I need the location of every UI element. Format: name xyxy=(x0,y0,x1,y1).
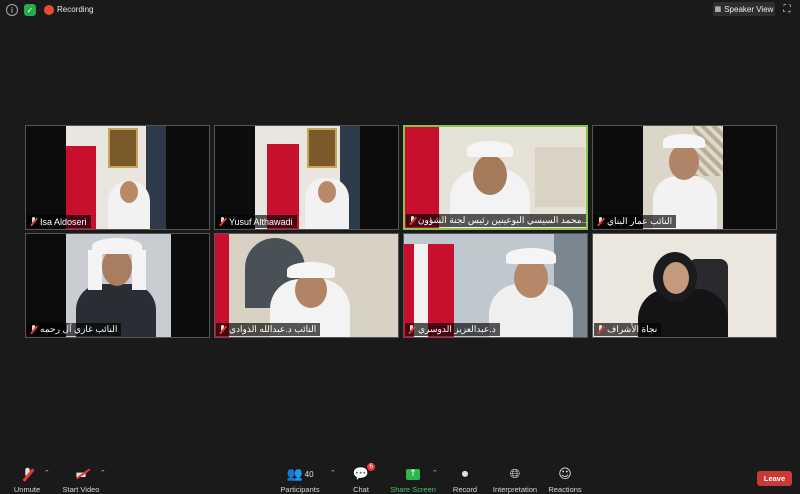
grid-icon: ▦ xyxy=(714,5,722,13)
video-tile[interactable]: النائب عمار البناي xyxy=(592,125,777,230)
mic-muted-icon xyxy=(219,217,226,226)
video-tile[interactable]: Isa Aldoseri xyxy=(25,125,210,230)
participant-video xyxy=(405,127,586,228)
meeting-toolbar: Unmute ⌃ ▬ Start Video ⌃ 👥40 Participant… xyxy=(0,460,800,494)
mic-muted-icon xyxy=(30,217,37,226)
recording-icon xyxy=(44,5,54,15)
share-screen-icon: ↑ xyxy=(406,466,420,482)
mic-muted-icon xyxy=(24,466,31,482)
participant-name: النائب عمار البناي xyxy=(607,216,673,226)
participant-name: النائب غازي آل رحمه xyxy=(40,324,118,334)
video-options-caret-icon[interactable]: ⌃ xyxy=(100,469,106,477)
participant-name-tag: النائب د.عبدالله الذوادي xyxy=(216,323,321,336)
mic-muted-icon xyxy=(409,216,415,225)
participant-name-tag: نجاة الأشراف xyxy=(594,323,662,336)
participants-count: 40 xyxy=(304,469,314,479)
video-tile[interactable]: Yusuf Althawadi xyxy=(214,125,399,230)
participant-video xyxy=(404,234,587,337)
participant-name: محمد السيسي البوعينين رئيس لجنة الشؤون..… xyxy=(417,215,587,225)
participant-name-tag: محمد السيسي البوعينين رئيس لجنة الشؤون..… xyxy=(406,214,587,227)
participant-video xyxy=(215,126,398,229)
participant-name-tag: Isa Aldoseri xyxy=(27,215,91,228)
participant-name: د.عبدالعزيز الدوسري xyxy=(418,324,496,334)
participant-video xyxy=(215,234,398,337)
participant-name-tag: النائب عمار البناي xyxy=(594,215,677,228)
security-shield-icon[interactable]: ✓ xyxy=(24,4,36,16)
video-tile[interactable]: النائب د.عبدالله الذوادي xyxy=(214,233,399,338)
video-tile[interactable]: د.عبدالعزيز الدوسري xyxy=(403,233,588,338)
mic-muted-icon xyxy=(30,325,37,334)
mic-muted-icon xyxy=(219,325,226,334)
unmute-label: Unmute xyxy=(13,485,41,494)
video-off-icon: ▬ xyxy=(75,466,91,482)
participant-name-tag: Yusuf Althawadi xyxy=(216,215,297,228)
meeting-top-bar: i ✓ Recording ▦ Speaker View ⛶ xyxy=(0,0,800,20)
reactions-button[interactable]: ☺ Reactions xyxy=(530,466,600,494)
reactions-icon: ☺ xyxy=(558,466,572,482)
chat-unread-badge: 6 xyxy=(367,463,376,471)
record-icon: ⏺ xyxy=(461,466,469,482)
participants-icon: 👥 40 xyxy=(286,466,314,482)
participants-button[interactable]: 👥 40 Participants xyxy=(265,466,335,494)
participant-name: نجاة الأشراف xyxy=(607,324,658,334)
chat-label: Chat xyxy=(353,485,369,494)
participant-name: Yusuf Althawadi xyxy=(229,216,293,227)
participant-video xyxy=(26,234,209,337)
fullscreen-icon[interactable]: ⛶ xyxy=(781,3,793,15)
reactions-label: Reactions xyxy=(548,485,582,494)
participant-video xyxy=(26,126,209,229)
mic-muted-icon xyxy=(597,217,604,226)
recording-label: Recording xyxy=(57,5,94,14)
chat-icon: 💬 6 xyxy=(352,463,376,482)
info-icon[interactable]: i xyxy=(6,4,18,16)
participants-label: Participants xyxy=(280,485,320,494)
globe-icon: 🌐︎ xyxy=(509,466,521,482)
start-video-label: Start Video xyxy=(62,485,100,494)
mic-muted-icon xyxy=(597,325,604,334)
participant-video xyxy=(593,234,776,337)
participant-video xyxy=(593,126,776,229)
record-label: Record xyxy=(452,485,478,494)
video-tile[interactable]: نجاة الأشراف xyxy=(592,233,777,338)
video-tile-active-speaker[interactable]: محمد السيسي البوعينين رئيس لجنة الشؤون..… xyxy=(403,125,588,230)
participant-name-tag: النائب غازي آل رحمه xyxy=(27,323,122,336)
speaker-view-button[interactable]: ▦ Speaker View xyxy=(713,2,775,16)
participant-name: النائب د.عبدالله الذوادي xyxy=(229,324,317,334)
video-tile[interactable]: النائب غازي آل رحمه xyxy=(25,233,210,338)
participant-name-tag: د.عبدالعزيز الدوسري xyxy=(405,323,500,336)
speaker-view-label: Speaker View xyxy=(724,4,774,14)
mic-muted-icon xyxy=(408,325,415,334)
participant-name: Isa Aldoseri xyxy=(40,216,87,227)
leave-button[interactable]: Leave xyxy=(757,471,792,486)
